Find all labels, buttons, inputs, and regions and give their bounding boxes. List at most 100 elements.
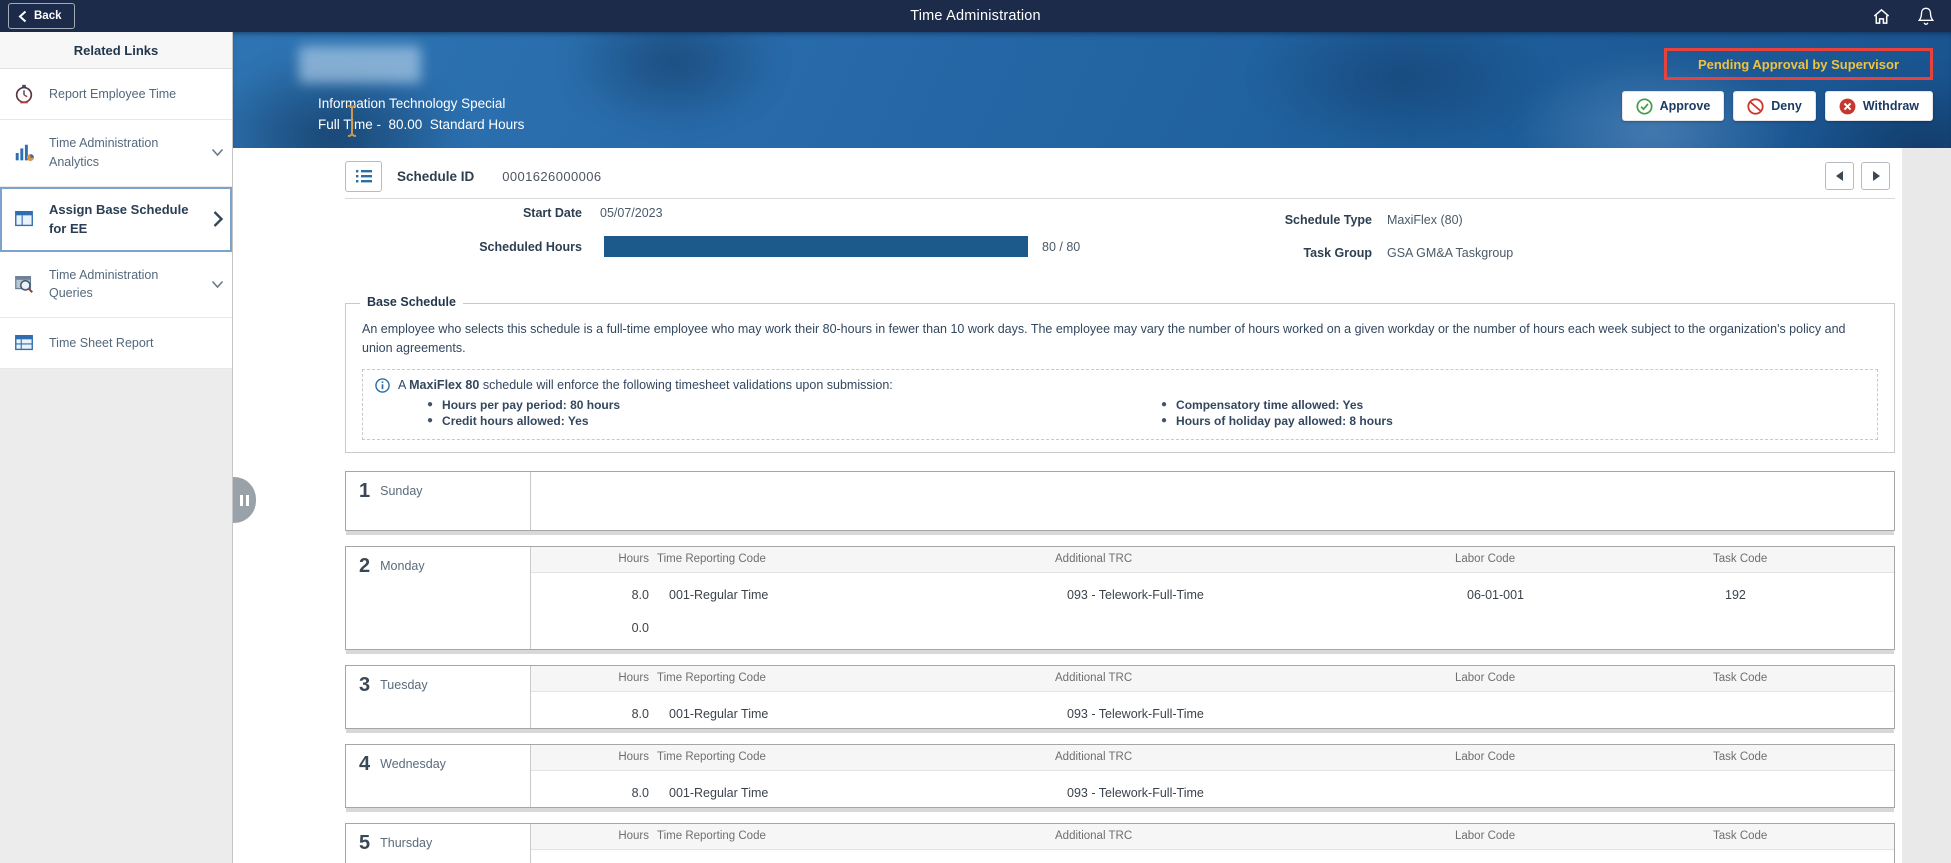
day-entries: Hours Time Reporting Code Additional TRC… bbox=[531, 546, 1894, 649]
bullet-icon: ● bbox=[1161, 398, 1168, 410]
sidebar-item-label: Report Employee Time bbox=[49, 86, 177, 101]
info-text: A MaxiFlex 80 schedule will enforce the … bbox=[398, 378, 893, 392]
deny-prohibit-icon bbox=[1747, 97, 1764, 115]
stopwatch-icon bbox=[13, 83, 37, 105]
day-number: 5 bbox=[359, 831, 371, 854]
scheduled-hours-label: Scheduled Hours bbox=[479, 240, 582, 254]
sidebar-item-label: Time Sheet Report bbox=[49, 335, 154, 350]
back-button[interactable]: Back bbox=[8, 3, 75, 29]
top-bar: Time Administration bbox=[0, 0, 1951, 32]
scheduled-hours-ratio: 80 / 80 bbox=[1042, 240, 1081, 254]
day-row-monday: 2 Monday Hours Time Reporting Code Addit… bbox=[345, 545, 1895, 650]
home-icon[interactable] bbox=[1872, 7, 1891, 26]
sidebar-item-label: Time Administration Queries bbox=[49, 267, 159, 301]
day-label-cell: 1 Sunday bbox=[346, 471, 531, 530]
task-group-value: GSA GM&A Taskgroup bbox=[1387, 246, 1514, 260]
back-button-label: Back bbox=[34, 10, 62, 22]
day-name: Thursday bbox=[380, 835, 433, 850]
day-name: Monday bbox=[380, 558, 425, 573]
day-label-cell: 4 Wednesday bbox=[346, 744, 531, 807]
base-schedule-section: Base Schedule An employee who selects th… bbox=[345, 295, 1895, 453]
day-label-cell: 2 Monday bbox=[346, 546, 531, 649]
chevron-right-icon bbox=[213, 211, 224, 227]
day-entries: Hours Time Reporting Code Additional TRC… bbox=[531, 823, 1894, 863]
day-row-sunday: 1 Sunday bbox=[345, 470, 1895, 531]
schedule-entry: 0.0 bbox=[631, 620, 649, 635]
day-number: 4 bbox=[359, 752, 371, 775]
start-date-label: Start Date bbox=[522, 206, 582, 220]
progress-fill bbox=[604, 236, 1028, 257]
bullet-icon: ● bbox=[1161, 415, 1168, 427]
bullet-icon: ● bbox=[427, 415, 434, 427]
entry-column-headers: Hours Time Reporting Code Additional TRC… bbox=[531, 823, 1894, 850]
day-name: Wednesday bbox=[380, 756, 446, 771]
employee-header-banner: Information Technology Special Full Time… bbox=[233, 32, 1951, 148]
schedule-detail-panel: Schedule ID 0001626000006 Start Date 05/… bbox=[233, 148, 1902, 863]
row-list-button[interactable] bbox=[345, 160, 382, 192]
day-name: Tuesday bbox=[380, 677, 428, 692]
text-cursor bbox=[347, 105, 357, 137]
scheduled-hours-progressbar bbox=[604, 236, 1028, 257]
approve-button-label: Approve bbox=[1659, 99, 1711, 113]
day-entries: Hours Time Reporting Code Additional TRC… bbox=[531, 665, 1894, 728]
status-badge: Pending Approval by Supervisor bbox=[1697, 56, 1900, 72]
previous-row-button[interactable] bbox=[1825, 162, 1854, 190]
related-links-list: Report Employee Time Time Administration… bbox=[0, 69, 232, 369]
validation-info-box: A MaxiFlex 80 schedule will enforce the … bbox=[362, 368, 1878, 440]
base-schedule-description: An employee who selects this schedule is… bbox=[362, 322, 1846, 355]
day-label-cell: 3 Tuesday bbox=[346, 665, 531, 728]
right-gutter bbox=[1902, 148, 1951, 863]
chevron-down-icon bbox=[211, 280, 224, 288]
sidebar-item-report-employee-time[interactable]: Report Employee Time bbox=[0, 69, 232, 120]
entry-column-headers: Hours Time Reporting Code Additional TRC… bbox=[531, 546, 1894, 573]
day-name: Sunday bbox=[380, 483, 423, 498]
task-group-label: Task Group bbox=[1303, 246, 1372, 260]
list-icon bbox=[355, 170, 372, 183]
chevron-left-icon bbox=[18, 10, 27, 22]
report-window-icon bbox=[13, 332, 37, 354]
schedule-type-label: Schedule Type bbox=[1284, 213, 1372, 227]
sidebar-item-time-administration-analytics[interactable]: Time Administration Analytics bbox=[0, 120, 232, 187]
withdraw-x-icon bbox=[1839, 98, 1856, 114]
schedule-type-value: MaxiFlex (80) bbox=[1387, 213, 1463, 227]
analytics-icon bbox=[13, 142, 37, 164]
day-number: 2 bbox=[359, 554, 371, 577]
day-number: 1 bbox=[359, 479, 371, 502]
sidebar-item-time-sheet-report[interactable]: Time Sheet Report bbox=[0, 318, 232, 369]
related-links-panel: Related Links Report Employee Time Time … bbox=[0, 32, 233, 863]
day-row-wednesday: 4 Wednesday Hours Time Reporting Code Ad… bbox=[345, 743, 1895, 808]
next-row-button[interactable] bbox=[1861, 162, 1890, 190]
info-icon bbox=[375, 377, 390, 393]
entry-column-headers: Hours Time Reporting Code Additional TRC… bbox=[531, 665, 1894, 692]
approve-check-icon bbox=[1636, 97, 1653, 115]
sidebar-item-label: Assign Base Schedule for EE bbox=[49, 201, 189, 237]
related-links-title: Related Links bbox=[0, 32, 232, 69]
bell-icon[interactable] bbox=[1917, 6, 1935, 26]
deny-button[interactable]: Deny bbox=[1733, 91, 1816, 121]
day-number: 3 bbox=[359, 673, 371, 696]
day-entries: Hours Time Reporting Code Additional TRC… bbox=[531, 744, 1894, 807]
arrow-right-icon bbox=[1872, 171, 1885, 181]
entry-column-headers: Hours Time Reporting Code Additional TRC… bbox=[531, 744, 1894, 771]
withdraw-button-label: Withdraw bbox=[1862, 99, 1919, 113]
query-search-icon bbox=[13, 273, 37, 295]
hero-photo-texture bbox=[1253, 32, 1553, 148]
hero-photo-texture bbox=[563, 32, 783, 132]
window-grid-icon bbox=[13, 208, 37, 230]
schedule-entry: 8.0 001-Regular Time 093 - Telework-Full… bbox=[631, 706, 1204, 721]
schedule-id-value: 0001626000006 bbox=[502, 168, 602, 184]
deny-button-label: Deny bbox=[1771, 99, 1802, 113]
schedule-entry: 8.0 001-Regular Time 093 - Telework-Full… bbox=[631, 587, 1746, 602]
approve-button[interactable]: Approve bbox=[1621, 91, 1725, 121]
weekly-schedule-grid: 1 Sunday 2 Monday Hours Time Reporting C… bbox=[345, 470, 1895, 863]
sidebar-item-time-administration-queries[interactable]: Time Administration Queries bbox=[0, 251, 232, 318]
day-entries bbox=[531, 472, 1894, 530]
base-schedule-legend: Base Schedule bbox=[360, 295, 463, 309]
validation-bullet: ● Credit hours allowed: Yes bbox=[427, 413, 589, 428]
start-date-value: 05/07/2023 bbox=[600, 206, 663, 220]
sidebar-item-assign-base-schedule[interactable]: Assign Base Schedule for EE bbox=[0, 186, 232, 252]
day-row-thursday: 5 Thursday Hours Time Reporting Code Add… bbox=[345, 822, 1895, 863]
validation-bullet: ● Compensatory time allowed: Yes bbox=[1161, 397, 1364, 412]
validation-bullet: ● Hours of holiday pay allowed: 8 hours bbox=[1161, 413, 1393, 428]
withdraw-button[interactable]: Withdraw bbox=[1824, 91, 1933, 121]
